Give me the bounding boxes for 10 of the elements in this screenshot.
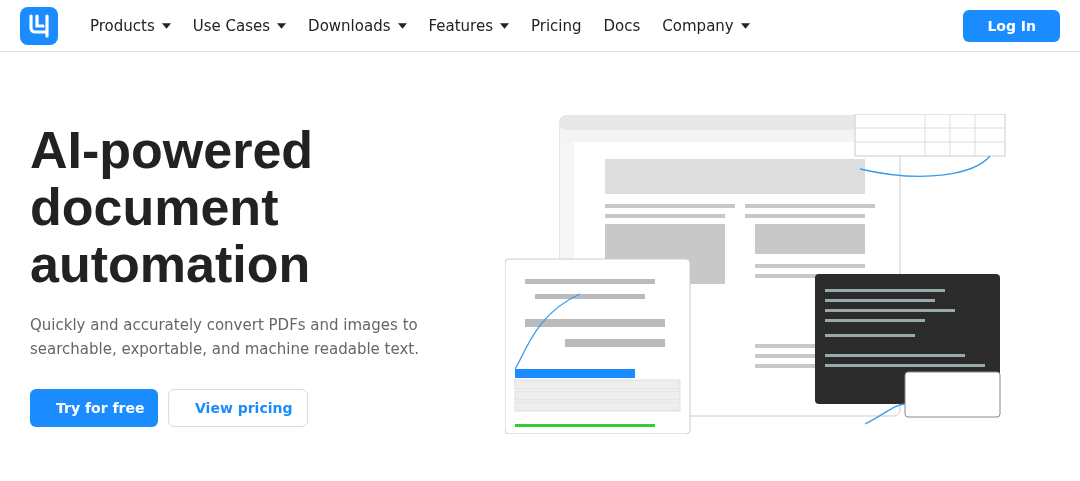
logo-icon[interactable]: [20, 6, 58, 45]
nav-link[interactable]: Downloads: [308, 16, 407, 35]
nav-link[interactable]: Use Cases: [192, 16, 287, 35]
hero-subtitle: Quickly and accurately convert PDFs and images to searchable, exportable, and machine readable text.: [30, 315, 420, 360]
nav-link[interactable]: Docs: [603, 16, 641, 35]
hero-title: AI-powered document automation: [30, 122, 315, 293]
nav-link[interactable]: Features: [428, 16, 509, 35]
nav-link[interactable]: Products: [90, 16, 171, 35]
nav-link[interactable]: Pricing: [531, 16, 582, 35]
nav-link[interactable]: Company: [662, 16, 750, 35]
